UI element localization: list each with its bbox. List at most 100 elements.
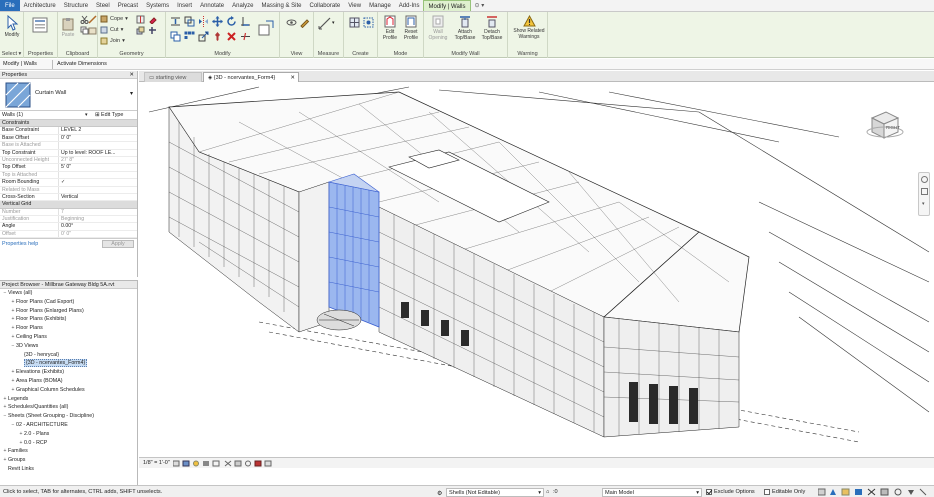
view-control-icons[interactable] [173, 460, 293, 467]
copy-element-icon[interactable] [170, 31, 181, 42]
attach-top-base-button[interactable]: Attach Top/Base [452, 15, 478, 41]
browser-node[interactable]: Revit Links [0, 465, 137, 474]
show-related-warnings-button[interactable]: Show Related Warnings [512, 15, 546, 40]
tab-collaborate[interactable]: Collaborate [306, 0, 345, 11]
browser-node[interactable]: −02 - ARCHITECTURE [0, 421, 137, 430]
property-row[interactable]: Number 7 [0, 208, 137, 217]
wall-joins-icon[interactable] [148, 26, 157, 35]
property-row[interactable]: Cross-Section Vertical [0, 193, 137, 202]
hide-in-view-icon[interactable] [286, 17, 297, 28]
override-graphics-icon[interactable] [299, 17, 310, 28]
tab-systems[interactable]: Systems [142, 0, 173, 11]
tab-add-ins[interactable]: Add-Ins [395, 0, 424, 11]
pin-icon[interactable] [212, 31, 223, 42]
property-row[interactable]: Related to Mass [0, 186, 137, 194]
view-scale[interactable]: 1/8" = 1'-0" [143, 458, 170, 469]
exclude-options-checkbox[interactable] [706, 488, 712, 495]
rotate-icon[interactable] [226, 16, 237, 27]
type-selector[interactable]: Curtain Wall ▾ [0, 79, 137, 111]
tab-precast[interactable]: Precast [114, 0, 142, 11]
browser-node[interactable]: −3D Views [0, 342, 137, 351]
close-icon[interactable]: ✕ [129, 71, 134, 79]
property-value[interactable] [59, 172, 137, 178]
steering-wheel-icon[interactable] [921, 176, 928, 183]
browser-node[interactable]: + Legends [0, 395, 137, 404]
vertical-grid-group[interactable]: Vertical Grid [0, 201, 137, 209]
property-row[interactable]: Justification Beginning [0, 216, 137, 224]
trim-icon[interactable] [240, 16, 251, 27]
3d-viewport[interactable]: RIGHT ▾ [139, 82, 934, 457]
zoom-icon[interactable] [921, 188, 928, 195]
paint-icon[interactable] [148, 15, 157, 24]
property-value[interactable]: ✓ [59, 179, 137, 185]
align-icon[interactable] [170, 16, 181, 27]
property-value[interactable]: 5' 0" [59, 164, 137, 170]
selection-filter-icons[interactable] [818, 488, 930, 496]
property-row[interactable]: Base is Attached [0, 142, 137, 150]
property-row[interactable]: Top is Attached [0, 171, 137, 180]
browser-node[interactable]: +2.0 - Plans [0, 430, 137, 439]
modify-button[interactable]: Modify [2, 15, 22, 38]
property-value[interactable]: 7 [59, 209, 137, 215]
tab-3d-view[interactable]: ◈ {3D - ncervantes_Form4} ✕ [203, 72, 299, 82]
exclude-options-toggle[interactable]: Exclude Options [706, 486, 755, 497]
tab-view[interactable]: View [344, 0, 365, 11]
tab-massing-site[interactable]: Massing & Site [257, 0, 305, 11]
select-panel-label[interactable]: Select ▾ [0, 51, 23, 57]
browser-node[interactable]: − Views (all) [0, 289, 137, 298]
tab-annotate[interactable]: Annotate [196, 0, 228, 11]
browser-node[interactable]: +0.0 - RCP [0, 439, 137, 448]
activate-dimensions-button[interactable]: Activate Dimensions [57, 59, 107, 70]
building-model[interactable] [139, 82, 934, 457]
property-row[interactable]: Angle 0.00° [0, 223, 137, 231]
constraints-group[interactable]: Constraints [0, 120, 137, 128]
editable-only-checkbox[interactable] [764, 488, 770, 495]
tab-structure[interactable]: Structure [60, 0, 92, 11]
browser-node[interactable]: + Area Plans (BOMA) [0, 377, 137, 386]
properties-icon[interactable] [32, 17, 48, 33]
editing-requests-icon[interactable]: ⌂ [546, 486, 549, 497]
property-row[interactable]: Room Bounding ✓ [0, 179, 137, 187]
paste-aligned-icon[interactable] [88, 26, 97, 35]
property-value[interactable] [59, 187, 137, 193]
property-row[interactable]: Top Offset 5' 0" [0, 164, 137, 172]
property-value[interactable]: Vertical [59, 194, 137, 200]
browser-node[interactable]: + Families [0, 447, 137, 456]
delete-icon[interactable] [226, 31, 237, 42]
browser-node[interactable]: {3D - henrycal} [0, 351, 137, 360]
browser-node[interactable]: + Floor Plans (Cad Export) [0, 298, 137, 307]
chevron-down-icon[interactable]: ▾ [922, 201, 925, 207]
tab-starting-view[interactable]: ▭ starting view [144, 72, 202, 82]
paste-button[interactable]: Paste [60, 17, 76, 38]
cope-button[interactable]: Cope ▾ [100, 15, 128, 23]
tab-analyze[interactable]: Analyze [228, 0, 257, 11]
property-row[interactable]: Base Constraint LEVEL 2 [0, 127, 137, 135]
browser-node[interactable]: − Sheets (Sheet Grouping - Discipline) [0, 412, 137, 421]
property-value[interactable]: 0' 0" [59, 231, 137, 237]
offset-icon[interactable] [184, 16, 195, 27]
property-value[interactable]: Up to level: ROOF LE... [59, 150, 137, 156]
property-value[interactable] [59, 142, 137, 148]
tab-manage[interactable]: Manage [365, 0, 395, 11]
property-row[interactable]: Offset 0' 0" [0, 230, 137, 239]
property-value[interactable]: 0.00° [59, 223, 137, 229]
property-value[interactable]: Beginning [59, 216, 137, 222]
edit-profile-button[interactable]: Edit Profile [380, 15, 400, 41]
properties-help-link[interactable]: Properties help [2, 241, 38, 247]
match-type-icon[interactable] [88, 15, 97, 24]
tab-file[interactable]: File [0, 0, 20, 11]
create-similar-icon[interactable] [258, 20, 274, 36]
split-icon[interactable] [240, 31, 251, 42]
join-button[interactable]: Join ▾ [100, 37, 125, 45]
move-icon[interactable] [212, 16, 223, 27]
create-group-icon[interactable] [363, 17, 374, 28]
wall-opening-button[interactable]: Wall Opening [426, 15, 450, 41]
browser-node[interactable]: + Ceiling Plans [0, 333, 137, 342]
mirror-icon[interactable] [198, 16, 209, 27]
property-row[interactable]: Unconnected Height 27' 8" [0, 156, 137, 165]
browser-node[interactable]: + Schedules/Quantities (all) [0, 403, 137, 412]
tab-steel[interactable]: Steel [92, 0, 114, 11]
editable-only-toggle[interactable]: Editable Only [764, 486, 805, 497]
browser-node[interactable]: + Groups [0, 456, 137, 465]
property-value[interactable]: LEVEL 2 [59, 127, 137, 133]
